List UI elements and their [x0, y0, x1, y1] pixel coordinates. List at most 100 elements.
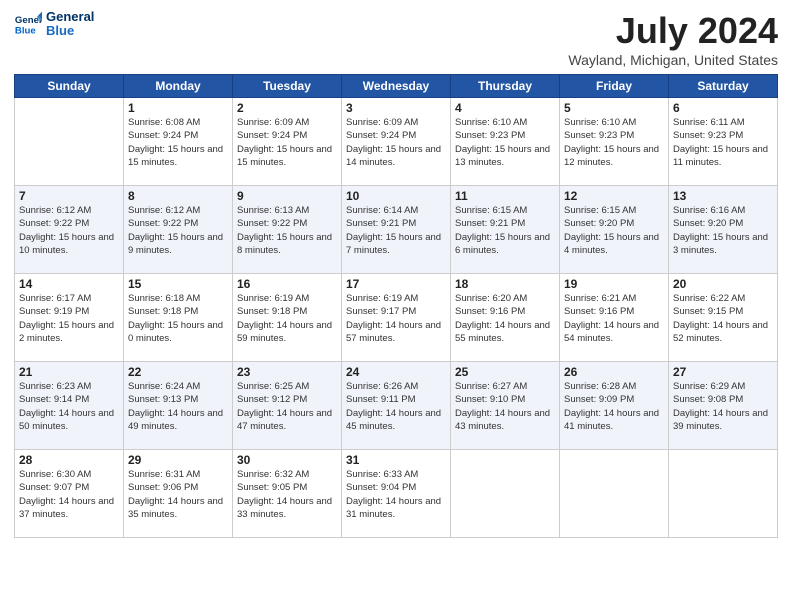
day-number: 16 — [237, 277, 337, 291]
calendar-cell: 15Sunrise: 6:18 AMSunset: 9:18 PMDayligh… — [124, 274, 233, 362]
calendar-cell: 25Sunrise: 6:27 AMSunset: 9:10 PMDayligh… — [451, 362, 560, 450]
calendar-cell: 2Sunrise: 6:09 AMSunset: 9:24 PMDaylight… — [233, 98, 342, 186]
calendar-week-row: 14Sunrise: 6:17 AMSunset: 9:19 PMDayligh… — [15, 274, 778, 362]
calendar-cell: 16Sunrise: 6:19 AMSunset: 9:18 PMDayligh… — [233, 274, 342, 362]
day-info: Sunrise: 6:27 AMSunset: 9:10 PMDaylight:… — [455, 380, 555, 433]
day-number: 5 — [564, 101, 664, 115]
calendar-cell: 9Sunrise: 6:13 AMSunset: 9:22 PMDaylight… — [233, 186, 342, 274]
calendar-week-row: 21Sunrise: 6:23 AMSunset: 9:14 PMDayligh… — [15, 362, 778, 450]
day-info: Sunrise: 6:11 AMSunset: 9:23 PMDaylight:… — [673, 116, 773, 169]
calendar-cell: 14Sunrise: 6:17 AMSunset: 9:19 PMDayligh… — [15, 274, 124, 362]
svg-text:Blue: Blue — [15, 26, 36, 37]
calendar-cell — [669, 450, 778, 538]
day-number: 17 — [346, 277, 446, 291]
day-number: 29 — [128, 453, 228, 467]
day-number: 18 — [455, 277, 555, 291]
logo-blue: Blue — [46, 24, 94, 38]
day-info: Sunrise: 6:13 AMSunset: 9:22 PMDaylight:… — [237, 204, 337, 257]
day-number: 6 — [673, 101, 773, 115]
calendar-cell: 1Sunrise: 6:08 AMSunset: 9:24 PMDaylight… — [124, 98, 233, 186]
calendar-cell: 23Sunrise: 6:25 AMSunset: 9:12 PMDayligh… — [233, 362, 342, 450]
weekday-header-saturday: Saturday — [669, 75, 778, 98]
day-number: 7 — [19, 189, 119, 203]
calendar-cell — [15, 98, 124, 186]
day-number: 28 — [19, 453, 119, 467]
day-number: 1 — [128, 101, 228, 115]
day-number: 20 — [673, 277, 773, 291]
calendar-cell: 26Sunrise: 6:28 AMSunset: 9:09 PMDayligh… — [560, 362, 669, 450]
day-info: Sunrise: 6:20 AMSunset: 9:16 PMDaylight:… — [455, 292, 555, 345]
day-number: 27 — [673, 365, 773, 379]
day-number: 14 — [19, 277, 119, 291]
calendar-cell: 31Sunrise: 6:33 AMSunset: 9:04 PMDayligh… — [342, 450, 451, 538]
calendar-cell: 10Sunrise: 6:14 AMSunset: 9:21 PMDayligh… — [342, 186, 451, 274]
calendar-cell: 7Sunrise: 6:12 AMSunset: 9:22 PMDaylight… — [15, 186, 124, 274]
calendar-cell: 13Sunrise: 6:16 AMSunset: 9:20 PMDayligh… — [669, 186, 778, 274]
day-info: Sunrise: 6:16 AMSunset: 9:20 PMDaylight:… — [673, 204, 773, 257]
calendar-cell: 12Sunrise: 6:15 AMSunset: 9:20 PMDayligh… — [560, 186, 669, 274]
day-number: 4 — [455, 101, 555, 115]
day-info: Sunrise: 6:15 AMSunset: 9:20 PMDaylight:… — [564, 204, 664, 257]
calendar-cell: 8Sunrise: 6:12 AMSunset: 9:22 PMDaylight… — [124, 186, 233, 274]
day-number: 13 — [673, 189, 773, 203]
calendar-week-row: 1Sunrise: 6:08 AMSunset: 9:24 PMDaylight… — [15, 98, 778, 186]
weekday-header-friday: Friday — [560, 75, 669, 98]
day-info: Sunrise: 6:08 AMSunset: 9:24 PMDaylight:… — [128, 116, 228, 169]
calendar-cell: 21Sunrise: 6:23 AMSunset: 9:14 PMDayligh… — [15, 362, 124, 450]
day-number: 12 — [564, 189, 664, 203]
month-title: July 2024 — [568, 10, 778, 52]
day-info: Sunrise: 6:19 AMSunset: 9:17 PMDaylight:… — [346, 292, 446, 345]
weekday-header-thursday: Thursday — [451, 75, 560, 98]
calendar-cell: 4Sunrise: 6:10 AMSunset: 9:23 PMDaylight… — [451, 98, 560, 186]
day-info: Sunrise: 6:28 AMSunset: 9:09 PMDaylight:… — [564, 380, 664, 433]
day-info: Sunrise: 6:25 AMSunset: 9:12 PMDaylight:… — [237, 380, 337, 433]
day-info: Sunrise: 6:30 AMSunset: 9:07 PMDaylight:… — [19, 468, 119, 521]
day-info: Sunrise: 6:21 AMSunset: 9:16 PMDaylight:… — [564, 292, 664, 345]
day-number: 23 — [237, 365, 337, 379]
day-number: 19 — [564, 277, 664, 291]
calendar-cell: 17Sunrise: 6:19 AMSunset: 9:17 PMDayligh… — [342, 274, 451, 362]
calendar-cell: 5Sunrise: 6:10 AMSunset: 9:23 PMDaylight… — [560, 98, 669, 186]
day-info: Sunrise: 6:09 AMSunset: 9:24 PMDaylight:… — [346, 116, 446, 169]
day-number: 9 — [237, 189, 337, 203]
day-number: 10 — [346, 189, 446, 203]
calendar-cell: 6Sunrise: 6:11 AMSunset: 9:23 PMDaylight… — [669, 98, 778, 186]
day-number: 30 — [237, 453, 337, 467]
day-number: 26 — [564, 365, 664, 379]
day-info: Sunrise: 6:12 AMSunset: 9:22 PMDaylight:… — [19, 204, 119, 257]
weekday-header-monday: Monday — [124, 75, 233, 98]
day-number: 3 — [346, 101, 446, 115]
calendar-cell: 27Sunrise: 6:29 AMSunset: 9:08 PMDayligh… — [669, 362, 778, 450]
day-info: Sunrise: 6:10 AMSunset: 9:23 PMDaylight:… — [455, 116, 555, 169]
day-number: 8 — [128, 189, 228, 203]
day-info: Sunrise: 6:17 AMSunset: 9:19 PMDaylight:… — [19, 292, 119, 345]
day-number: 31 — [346, 453, 446, 467]
day-info: Sunrise: 6:18 AMSunset: 9:18 PMDaylight:… — [128, 292, 228, 345]
location: Wayland, Michigan, United States — [568, 52, 778, 68]
day-info: Sunrise: 6:10 AMSunset: 9:23 PMDaylight:… — [564, 116, 664, 169]
calendar-cell: 24Sunrise: 6:26 AMSunset: 9:11 PMDayligh… — [342, 362, 451, 450]
calendar-cell — [560, 450, 669, 538]
weekday-header-wednesday: Wednesday — [342, 75, 451, 98]
day-info: Sunrise: 6:24 AMSunset: 9:13 PMDaylight:… — [128, 380, 228, 433]
day-number: 11 — [455, 189, 555, 203]
header: General Blue General Blue July 2024 Wayl… — [14, 10, 778, 68]
calendar-week-row: 7Sunrise: 6:12 AMSunset: 9:22 PMDaylight… — [15, 186, 778, 274]
day-info: Sunrise: 6:33 AMSunset: 9:04 PMDaylight:… — [346, 468, 446, 521]
day-number: 22 — [128, 365, 228, 379]
day-info: Sunrise: 6:32 AMSunset: 9:05 PMDaylight:… — [237, 468, 337, 521]
calendar-week-row: 28Sunrise: 6:30 AMSunset: 9:07 PMDayligh… — [15, 450, 778, 538]
calendar-cell — [451, 450, 560, 538]
weekday-header-tuesday: Tuesday — [233, 75, 342, 98]
calendar-table: SundayMondayTuesdayWednesdayThursdayFrid… — [14, 74, 778, 538]
logo-general: General — [46, 10, 94, 24]
calendar-cell: 22Sunrise: 6:24 AMSunset: 9:13 PMDayligh… — [124, 362, 233, 450]
calendar-cell: 28Sunrise: 6:30 AMSunset: 9:07 PMDayligh… — [15, 450, 124, 538]
calendar-cell: 3Sunrise: 6:09 AMSunset: 9:24 PMDaylight… — [342, 98, 451, 186]
day-info: Sunrise: 6:31 AMSunset: 9:06 PMDaylight:… — [128, 468, 228, 521]
day-number: 21 — [19, 365, 119, 379]
day-number: 2 — [237, 101, 337, 115]
weekday-header-row: SundayMondayTuesdayWednesdayThursdayFrid… — [15, 75, 778, 98]
day-info: Sunrise: 6:12 AMSunset: 9:22 PMDaylight:… — [128, 204, 228, 257]
calendar-cell: 11Sunrise: 6:15 AMSunset: 9:21 PMDayligh… — [451, 186, 560, 274]
